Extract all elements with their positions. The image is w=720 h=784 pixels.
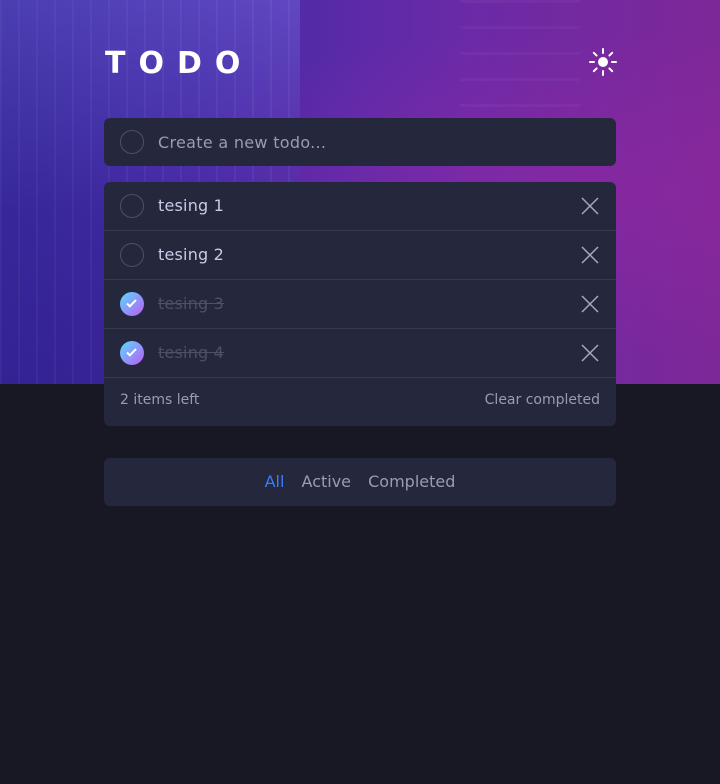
filter-active[interactable]: Active <box>302 472 352 492</box>
todo-check-circle-checked[interactable] <box>120 292 144 316</box>
new-todo-check-circle[interactable] <box>120 130 144 154</box>
filter-all[interactable]: All <box>265 472 285 492</box>
delete-cross-icon[interactable] <box>581 197 599 215</box>
todo-list: tesing 1 tesing 2 tesing 3 tesing 4 2 it… <box>104 182 616 426</box>
new-todo-input[interactable] <box>158 130 598 154</box>
todo-app: TODO tesing 1 <box>0 0 720 784</box>
delete-cross-icon[interactable] <box>581 344 599 362</box>
check-icon <box>126 299 137 308</box>
new-todo-bar <box>104 118 616 166</box>
todo-item[interactable]: tesing 4 <box>104 329 616 378</box>
check-icon <box>126 348 137 357</box>
filter-completed[interactable]: Completed <box>368 472 455 492</box>
sun-icon <box>589 48 617 76</box>
todo-text: tesing 4 <box>158 343 225 362</box>
filter-row: All Active Completed <box>104 472 616 492</box>
todo-item[interactable]: tesing 3 <box>104 280 616 329</box>
filter-bar: All Active Completed <box>104 458 616 506</box>
todo-check-circle-checked[interactable] <box>120 341 144 365</box>
list-footer: 2 items left Clear completed <box>104 378 616 426</box>
clear-completed-button[interactable]: Clear completed <box>485 392 600 408</box>
delete-cross-icon[interactable] <box>581 246 599 264</box>
todo-item[interactable]: tesing 1 <box>104 182 616 231</box>
todo-text: tesing 3 <box>158 294 225 313</box>
delete-cross-icon[interactable] <box>581 295 599 313</box>
todo-check-circle[interactable] <box>120 194 144 218</box>
theme-toggle-button[interactable] <box>588 47 618 77</box>
todo-text: tesing 2 <box>158 245 225 264</box>
todo-item[interactable]: tesing 2 <box>104 231 616 280</box>
todo-text: tesing 1 <box>158 196 225 215</box>
items-left-count: 2 items left <box>120 392 200 408</box>
todo-check-circle[interactable] <box>120 243 144 267</box>
app-title: TODO <box>105 46 254 81</box>
